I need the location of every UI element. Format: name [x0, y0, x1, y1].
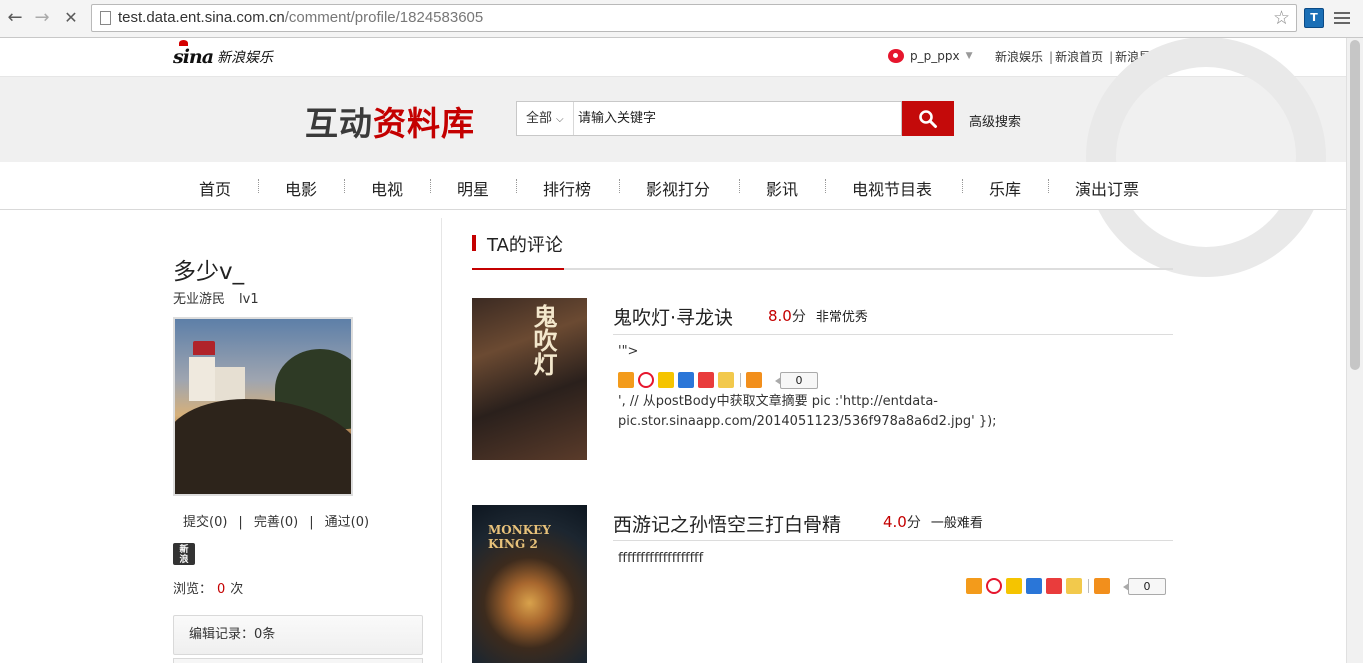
user-menu[interactable]: p_p_ppx ▼ [888, 49, 973, 63]
kaixin-share-icon[interactable] [1046, 578, 1062, 594]
comments-section-header: TA的评论 [472, 220, 1173, 270]
weibo-share-icon[interactable] [638, 372, 654, 388]
movie-poster[interactable]: MONKEY KING 2 [472, 505, 587, 663]
nav-tv[interactable]: 电视 [371, 176, 403, 200]
baidu-share-icon[interactable] [618, 372, 634, 388]
page-icon [100, 11, 111, 25]
nav-home[interactable]: 首页 [199, 176, 231, 200]
weibo-share-icon[interactable] [986, 578, 1002, 594]
sina-logo-mark: sina [173, 40, 214, 68]
comment-body-line: fffffffffffffffffff [618, 551, 704, 566]
web-page: sina 新浪娱乐 p_p_ppx ▼ 新浪娱乐 | 新浪首页 | 新浪导航 互动资料库… [0, 38, 1346, 663]
stat-approved[interactable]: 通过(0) [325, 515, 369, 530]
back-icon[interactable]: ← [4, 6, 26, 30]
edit-record-button[interactable]: 编辑记录：0条 [173, 615, 423, 655]
nav-music[interactable]: 乐库 [989, 176, 1021, 200]
email-share-icon[interactable] [718, 372, 734, 388]
share-bar: 0 [966, 577, 1166, 595]
profile-name: 多少v_ [173, 259, 245, 285]
search-button[interactable] [902, 101, 954, 136]
search-box: 全部 ⌵ [516, 101, 902, 136]
baidu-share-icon[interactable] [966, 578, 982, 594]
site-title[interactable]: 互动资料库 [305, 97, 475, 145]
search-icon [919, 110, 937, 128]
nav-ratings[interactable]: 影视打分 [646, 176, 710, 200]
comment-body-line: pic.stor.sinaapp.com/2014051123/536f978a… [618, 414, 997, 429]
username[interactable]: p_p_ppx [910, 49, 960, 63]
section-title: TA的评论 [487, 235, 563, 256]
nav-rankings[interactable]: 排行榜 [543, 176, 591, 200]
browser-chrome: ← → ✕ test.data.ent.sina.com.cn/comment/… [0, 0, 1363, 38]
nav-film-news[interactable]: 影讯 [766, 176, 798, 200]
header-band: 互动资料库 全部⌵ 高级搜索 [0, 38, 1346, 277]
renren-share-icon[interactable] [678, 372, 694, 388]
link-sina-ent[interactable]: 新浪娱乐 [995, 50, 1043, 64]
avatar [173, 317, 353, 496]
comment-score: 8.0分 非常优秀 [768, 307, 868, 325]
view-count: 浏览： 0 次 [173, 582, 244, 597]
qzone-share-icon[interactable] [658, 372, 674, 388]
column-divider [441, 218, 442, 663]
more-share-icon[interactable] [1094, 578, 1110, 594]
kaixin-share-icon[interactable] [698, 372, 714, 388]
stop-loading-icon[interactable]: ✕ [60, 6, 82, 30]
nav-stars[interactable]: 明星 [457, 176, 489, 200]
stat-improve[interactable]: 完善(0) [254, 515, 298, 530]
bookmark-star-icon[interactable]: ☆ [1273, 7, 1290, 29]
comment-score: 4.0分 一般难看 [883, 513, 983, 531]
logo-subtitle: 新浪娱乐 [217, 50, 274, 66]
address-url[interactable]: test.data.ent.sina.com.cn/comment/profil… [118, 9, 483, 26]
share-count: 0 [775, 371, 818, 389]
browser-menu-icon[interactable] [1334, 10, 1350, 26]
sina-ent-logo[interactable]: sina 新浪娱乐 [173, 40, 274, 70]
stat-submit[interactable]: 提交(0) [183, 515, 227, 530]
profile-occupation: 无业游民 [173, 292, 226, 307]
nav-movie[interactable]: 电影 [285, 176, 317, 200]
chevron-down-icon[interactable]: ▼ [966, 51, 973, 61]
user-badge-icon: 新浪 [173, 543, 195, 565]
comment-movie-title[interactable]: 西游记之孙悟空三打白骨精 [613, 510, 841, 537]
profile-stats: 提交(0) | 完善(0) | 通过(0) [183, 515, 370, 530]
profile-level: lv1 [239, 292, 259, 307]
nav-tv-schedule[interactable]: 电视节目表 [852, 176, 932, 200]
forward-icon[interactable]: → [31, 6, 53, 30]
comment-body-line: '"> [618, 344, 639, 359]
nav-tickets[interactable]: 演出订票 [1075, 176, 1139, 200]
chevron-down-icon: ⌵ [556, 114, 564, 125]
comment-movie-title[interactable]: 鬼吹灯·寻龙诀 [613, 303, 733, 330]
advanced-search-link[interactable]: 高级搜索 [969, 111, 1021, 130]
profile-meta: 无业游民 lv1 [173, 288, 259, 307]
share-count: 0 [1123, 577, 1166, 595]
scrollbar-thumb[interactable] [1350, 40, 1360, 370]
next-panel [173, 658, 423, 663]
share-bar: 0 [618, 371, 818, 389]
address-bar[interactable]: test.data.ent.sina.com.cn/comment/profil… [91, 4, 1297, 32]
weibo-icon [888, 49, 904, 63]
more-share-icon[interactable] [746, 372, 762, 388]
email-share-icon[interactable] [1066, 578, 1082, 594]
renren-share-icon[interactable] [1026, 578, 1042, 594]
movie-poster[interactable]: 鬼吹灯 [472, 298, 587, 460]
link-sina-home[interactable]: 新浪首页 [1055, 50, 1103, 64]
qzone-share-icon[interactable] [1006, 578, 1022, 594]
scrollbar[interactable] [1346, 38, 1363, 663]
extension-icon[interactable]: T [1304, 8, 1324, 28]
search-category-select[interactable]: 全部 ⌵ [517, 102, 574, 135]
comment-body-line: ', // 从postBody中获取文章摘要 pic :'http://entd… [618, 394, 938, 409]
main-navigation: 首页 电影 电视 明星 排行榜 影视打分 影讯 电视节目表 乐库 演出订票 [0, 162, 1346, 210]
search-input[interactable] [575, 102, 901, 135]
